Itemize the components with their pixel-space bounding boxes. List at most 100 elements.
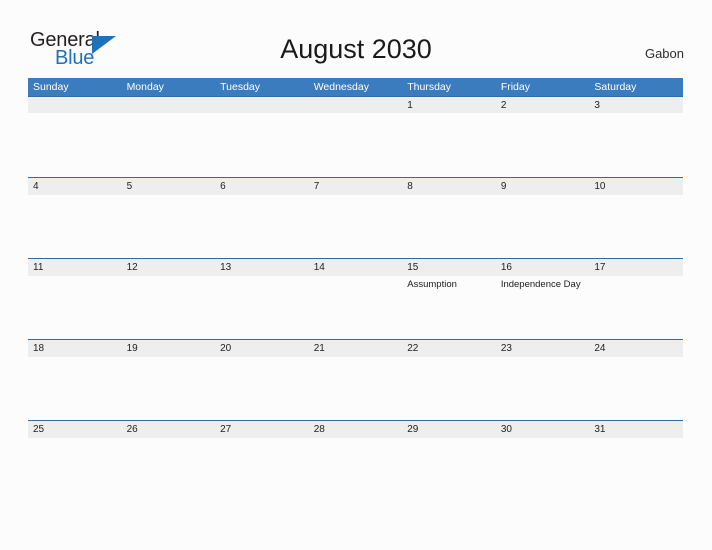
- day-number[interactable]: 29: [402, 421, 496, 438]
- day-number[interactable]: [309, 97, 403, 114]
- day-cell[interactable]: [215, 276, 309, 339]
- day-number[interactable]: 6: [215, 178, 309, 195]
- day-cell[interactable]: [402, 195, 496, 258]
- day-cell[interactable]: [122, 195, 216, 258]
- day-number[interactable]: 25: [28, 421, 122, 438]
- day-cell[interactable]: [28, 438, 122, 501]
- day-number[interactable]: 7: [309, 178, 403, 195]
- day-cell[interactable]: [496, 113, 590, 176]
- weekday-header-monday: Monday: [126, 81, 164, 93]
- weekday-header-row: Sunday Monday Tuesday Wednesday Thursday…: [28, 78, 683, 96]
- day-cell[interactable]: [28, 113, 122, 176]
- day-number[interactable]: 9: [496, 178, 590, 195]
- day-number[interactable]: 30: [496, 421, 590, 438]
- day-number[interactable]: 12: [122, 259, 216, 276]
- week-row: 1 2 3: [28, 96, 683, 177]
- day-number[interactable]: 1: [402, 97, 496, 114]
- week-event-band: [28, 195, 683, 258]
- day-number[interactable]: 20: [215, 340, 309, 357]
- day-number[interactable]: [122, 97, 216, 114]
- day-number[interactable]: 28: [309, 421, 403, 438]
- day-number[interactable]: 19: [122, 340, 216, 357]
- week-row: 11 12 13 14 15 16 17 Assumption Independ…: [28, 258, 683, 339]
- day-number[interactable]: [28, 97, 122, 114]
- day-cell[interactable]: [496, 357, 590, 420]
- week-date-band: 25 26 27 28 29 30 31: [28, 421, 683, 438]
- day-cell[interactable]: [309, 195, 403, 258]
- day-number[interactable]: [215, 97, 309, 114]
- day-cell[interactable]: [402, 113, 496, 176]
- week-event-band: Assumption Independence Day: [28, 276, 683, 339]
- weekday-header-saturday: Saturday: [594, 81, 637, 93]
- day-number[interactable]: 2: [496, 97, 590, 114]
- day-number[interactable]: 26: [122, 421, 216, 438]
- day-cell[interactable]: [589, 357, 683, 420]
- day-number[interactable]: 4: [28, 178, 122, 195]
- week-event-band: [28, 357, 683, 420]
- week-date-band: 18 19 20 21 22 23 24: [28, 340, 683, 357]
- day-cell[interactable]: [309, 357, 403, 420]
- day-number[interactable]: 3: [589, 97, 683, 114]
- week-row: 4 5 6 7 8 9 10: [28, 177, 683, 258]
- weekday-header-tuesday: Tuesday: [220, 81, 261, 93]
- day-cell[interactable]: [28, 195, 122, 258]
- week-event-band: [28, 113, 683, 176]
- weekday-header-thursday: Thursday: [407, 81, 452, 93]
- day-cell[interactable]: [309, 113, 403, 176]
- week-row: 25 26 27 28 29 30 31: [28, 420, 683, 501]
- weekday-header-wednesday: Wednesday: [313, 81, 369, 93]
- day-number[interactable]: 18: [28, 340, 122, 357]
- day-number[interactable]: 8: [402, 178, 496, 195]
- day-cell[interactable]: [309, 276, 403, 339]
- day-cell[interactable]: [589, 276, 683, 339]
- day-number[interactable]: 11: [28, 259, 122, 276]
- week-date-band: 4 5 6 7 8 9 10: [28, 178, 683, 195]
- week-event-band: [28, 438, 683, 501]
- day-cell[interactable]: [309, 438, 403, 501]
- day-cell[interactable]: [215, 357, 309, 420]
- day-cell[interactable]: Assumption: [402, 276, 496, 339]
- day-cell[interactable]: [122, 113, 216, 176]
- page-title: August 2030: [280, 34, 432, 64]
- day-cell[interactable]: [589, 113, 683, 176]
- day-cell[interactable]: [122, 357, 216, 420]
- day-cell[interactable]: Independence Day: [496, 276, 590, 339]
- week-date-band: 1 2 3: [28, 96, 683, 113]
- day-number[interactable]: 21: [309, 340, 403, 357]
- day-number[interactable]: 22: [402, 340, 496, 357]
- day-cell[interactable]: [122, 276, 216, 339]
- calendar-grid: Sunday Monday Tuesday Wednesday Thursday…: [28, 78, 683, 501]
- day-cell[interactable]: [496, 438, 590, 501]
- day-number[interactable]: 14: [309, 259, 403, 276]
- day-cell[interactable]: [402, 357, 496, 420]
- day-cell[interactable]: [215, 438, 309, 501]
- day-cell[interactable]: [28, 357, 122, 420]
- day-cell[interactable]: [122, 438, 216, 501]
- day-cell[interactable]: [215, 195, 309, 258]
- day-cell[interactable]: [496, 195, 590, 258]
- day-cell[interactable]: [589, 438, 683, 501]
- day-cell[interactable]: [402, 438, 496, 501]
- day-cell[interactable]: [28, 276, 122, 339]
- day-number[interactable]: 15: [402, 259, 496, 276]
- calendar-page: General Blue August 2030 Gabon Sunday Mo…: [0, 0, 712, 550]
- weekday-header-friday: Friday: [500, 81, 530, 93]
- day-number[interactable]: 27: [215, 421, 309, 438]
- day-number[interactable]: 13: [215, 259, 309, 276]
- event-label: Independence Day: [500, 279, 581, 290]
- day-cell[interactable]: [589, 195, 683, 258]
- page-header: General Blue August 2030 Gabon: [0, 0, 712, 76]
- day-cell[interactable]: [215, 113, 309, 176]
- week-date-band: 11 12 13 14 15 16 17: [28, 259, 683, 276]
- week-row: 18 19 20 21 22 23 24: [28, 339, 683, 420]
- day-number[interactable]: 5: [122, 178, 216, 195]
- weekday-header-sunday: Sunday: [33, 81, 69, 93]
- event-label: Assumption: [407, 279, 457, 290]
- day-number[interactable]: 16: [496, 259, 590, 276]
- day-number[interactable]: 17: [589, 259, 683, 276]
- day-number[interactable]: 10: [589, 178, 683, 195]
- day-number[interactable]: 31: [589, 421, 683, 438]
- day-number[interactable]: 24: [589, 340, 683, 357]
- country-label: Gabon: [644, 46, 684, 61]
- day-number[interactable]: 23: [496, 340, 590, 357]
